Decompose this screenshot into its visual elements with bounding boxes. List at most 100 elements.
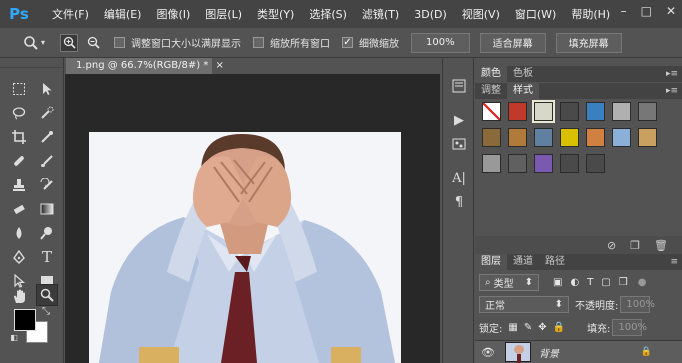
- style-swatch[interactable]: [586, 128, 605, 147]
- style-swatch[interactable]: [638, 128, 657, 147]
- menu-window[interactable]: 窗口(W): [515, 6, 556, 22]
- crop-tool-icon[interactable]: [8, 126, 30, 148]
- default-colors-icon[interactable]: ◧: [8, 331, 20, 343]
- style-swatch[interactable]: [560, 154, 579, 173]
- menu-view[interactable]: 视图(V): [462, 6, 500, 22]
- panel-menu-icon[interactable]: ▸≡: [666, 66, 678, 82]
- pen-tool-icon[interactable]: [8, 246, 30, 268]
- zoom-all-windows-checkbox[interactable]: 缩放所有窗口: [253, 35, 330, 50]
- filter-smart-icon[interactable]: ❒: [619, 277, 628, 288]
- marquee-tool-icon[interactable]: [8, 78, 30, 100]
- fit-screen-button[interactable]: 适合屏幕: [479, 32, 546, 53]
- zoom-out-icon[interactable]: [84, 34, 102, 52]
- style-swatch[interactable]: [560, 128, 579, 147]
- checkbox-checked[interactable]: ✓: [342, 37, 353, 48]
- paragraph-panel-icon[interactable]: ¶: [451, 194, 467, 210]
- menu-type[interactable]: 类型(Y): [257, 6, 294, 22]
- tab-styles[interactable]: 样式: [507, 83, 539, 99]
- menu-edit[interactable]: 编辑(E): [104, 6, 142, 22]
- blend-mode-select[interactable]: 正常 ⬍: [479, 295, 569, 313]
- move-tool-icon[interactable]: [36, 78, 58, 100]
- tab-color[interactable]: 颜色: [475, 66, 507, 82]
- properties-panel-icon[interactable]: [451, 136, 467, 152]
- fill-screen-button[interactable]: 填充屏幕: [555, 32, 622, 53]
- close-window-button[interactable]: ✕: [666, 4, 676, 18]
- layer-filter-select[interactable]: ⌕ 类型 ⬍: [479, 273, 539, 291]
- quick-selection-tool-icon[interactable]: [36, 102, 58, 124]
- tab-adjustments[interactable]: 调整: [475, 83, 507, 99]
- style-swatch[interactable]: [482, 154, 501, 173]
- opacity-input[interactable]: 100%: [620, 295, 655, 313]
- lock-all-icon[interactable]: 🔒: [553, 322, 565, 333]
- layer-name[interactable]: 背景: [539, 345, 559, 360]
- blur-tool-icon[interactable]: [8, 222, 30, 244]
- style-swatch[interactable]: [534, 154, 553, 173]
- panel-menu-icon[interactable]: ≡: [670, 254, 678, 270]
- style-swatch[interactable]: [482, 128, 501, 147]
- tab-swatches[interactable]: 色板: [507, 66, 539, 82]
- panel-grip[interactable]: [0, 58, 63, 68]
- eraser-tool-icon[interactable]: [8, 198, 30, 220]
- style-swatch[interactable]: [586, 102, 605, 121]
- lasso-tool-icon[interactable]: [8, 102, 30, 124]
- tab-paths[interactable]: 路径: [539, 254, 571, 270]
- style-swatch[interactable]: [532, 100, 555, 123]
- lock-position-icon[interactable]: ✥: [538, 322, 546, 333]
- layer-row-background[interactable]: 👁 背景 🔒: [475, 340, 682, 363]
- style-swatch[interactable]: [508, 154, 527, 173]
- style-swatch[interactable]: [638, 102, 657, 121]
- image-canvas[interactable]: [89, 132, 401, 363]
- menu-filter[interactable]: 滤镜(T): [362, 6, 399, 22]
- menu-file[interactable]: 文件(F): [52, 6, 89, 22]
- history-brush-tool-icon[interactable]: [36, 174, 58, 196]
- type-tool-icon[interactable]: T: [36, 246, 58, 268]
- style-swatch[interactable]: [482, 102, 501, 121]
- zoom-tool-icon[interactable]: [36, 284, 58, 306]
- style-swatch[interactable]: [612, 102, 631, 121]
- hand-tool-icon[interactable]: [8, 285, 30, 307]
- maximize-button[interactable]: □: [641, 4, 652, 18]
- zoom-in-icon[interactable]: [60, 33, 78, 52]
- delete-style-icon[interactable]: 🗑: [654, 239, 668, 252]
- swap-colors-icon[interactable]: ⤡: [40, 305, 52, 317]
- actual-pixels-button[interactable]: 100%: [411, 32, 470, 53]
- tab-layers[interactable]: 图层: [475, 254, 507, 270]
- style-swatch[interactable]: [508, 128, 527, 147]
- new-style-icon[interactable]: ❐: [630, 239, 640, 252]
- gradient-tool-icon[interactable]: [36, 198, 58, 220]
- style-swatch[interactable]: [508, 102, 527, 121]
- character-panel-icon[interactable]: A|: [451, 170, 467, 186]
- style-swatch[interactable]: [534, 128, 553, 147]
- filter-pixel-icon[interactable]: ▣: [553, 277, 562, 288]
- lock-image-icon[interactable]: ✎: [524, 322, 532, 333]
- tab-channels[interactable]: 通道: [507, 254, 539, 270]
- menu-image[interactable]: 图像(I): [156, 6, 190, 22]
- scrubby-zoom-checkbox[interactable]: ✓ 细微缩放: [342, 35, 399, 50]
- brush-tool-icon[interactable]: [36, 150, 58, 172]
- eyedropper-tool-icon[interactable]: [36, 126, 58, 148]
- clone-stamp-tool-icon[interactable]: [8, 174, 30, 196]
- filter-toggle-icon[interactable]: ●: [638, 277, 647, 288]
- checkbox-box[interactable]: [253, 37, 264, 48]
- style-swatch[interactable]: [586, 154, 605, 173]
- foreground-color-swatch[interactable]: [14, 309, 36, 331]
- panel-menu-icon[interactable]: ▸≡: [666, 83, 678, 99]
- filter-adjustment-icon[interactable]: ◐: [570, 277, 579, 288]
- document-tab[interactable]: 1.png @ 66.7%(RGB/8#) * ×: [66, 58, 224, 74]
- close-document-icon[interactable]: ×: [216, 60, 224, 71]
- healing-brush-tool-icon[interactable]: [8, 150, 30, 172]
- filter-type-icon[interactable]: T: [587, 277, 593, 288]
- style-swatch[interactable]: [560, 102, 579, 121]
- filter-shape-icon[interactable]: ▢: [601, 277, 610, 288]
- zoom-tool-preset-icon[interactable]: ▾: [22, 33, 46, 53]
- history-panel-icon[interactable]: [451, 78, 467, 94]
- menu-3d[interactable]: 3D(D): [414, 8, 447, 21]
- menu-layer[interactable]: 图层(L): [205, 6, 242, 22]
- menu-help[interactable]: 帮助(H): [571, 6, 610, 22]
- resize-windows-checkbox[interactable]: 调整窗口大小以满屏显示: [114, 35, 241, 50]
- actions-panel-icon[interactable]: ▶: [451, 112, 467, 128]
- checkbox-box[interactable]: [114, 37, 125, 48]
- minimize-button[interactable]: –: [621, 4, 627, 18]
- menu-select[interactable]: 选择(S): [309, 6, 347, 22]
- fill-input[interactable]: 100%: [612, 318, 647, 336]
